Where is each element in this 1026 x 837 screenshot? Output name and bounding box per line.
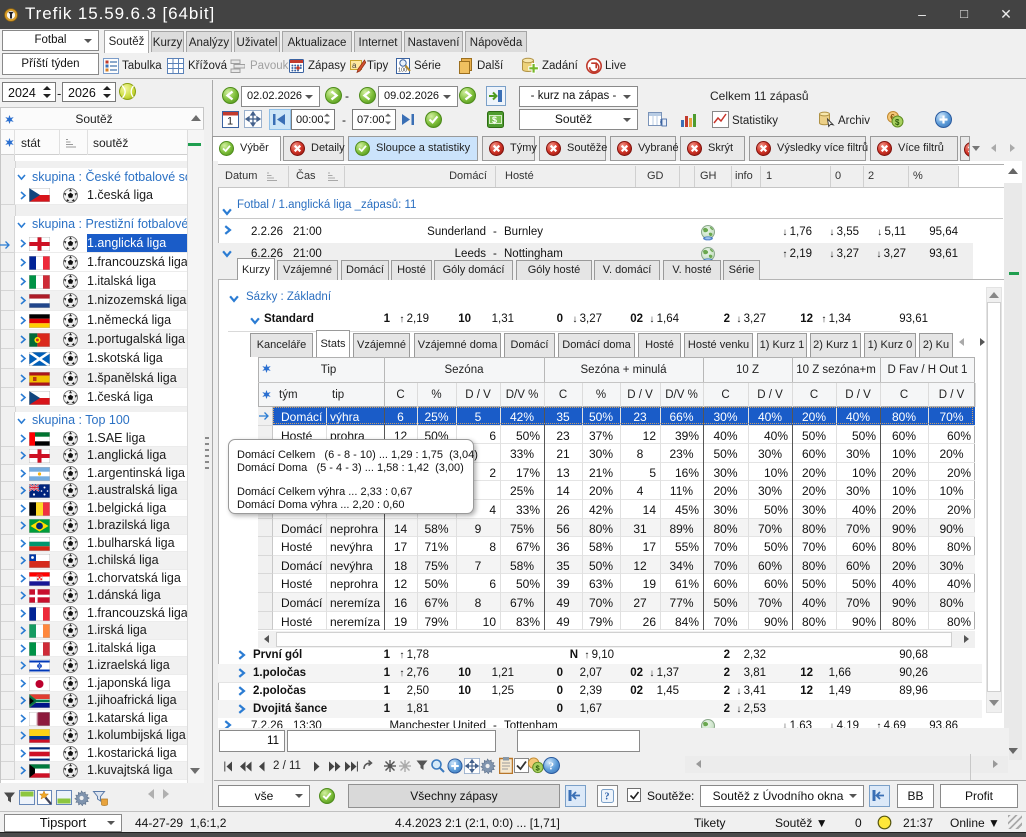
- svg-text:100: 100: [398, 68, 407, 74]
- svg-text:$: $: [895, 118, 900, 127]
- svg-text:?: ?: [549, 761, 555, 773]
- svg-text:a: a: [352, 61, 357, 70]
- svg-text:?: ?: [605, 792, 610, 803]
- svg-text:1: 1: [227, 116, 233, 128]
- svg-text:$: $: [492, 115, 497, 125]
